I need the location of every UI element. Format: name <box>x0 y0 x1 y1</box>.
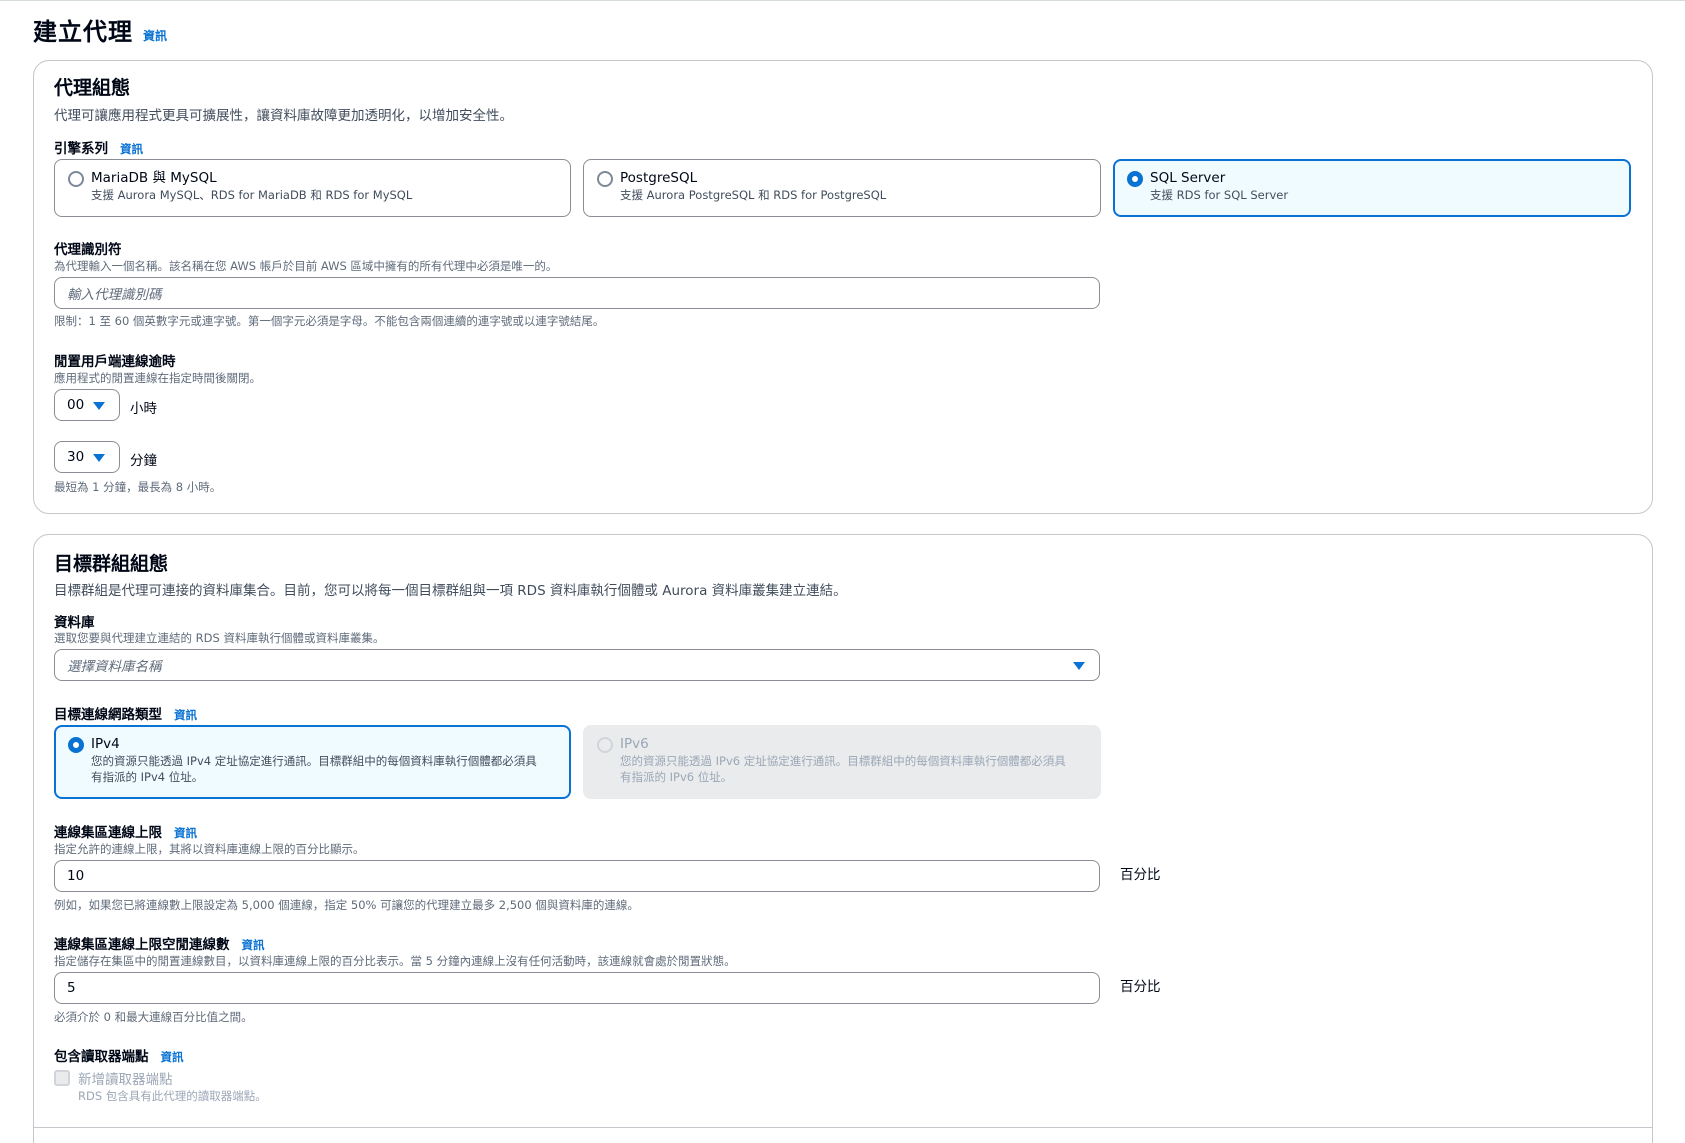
engine-option-description: 支援 Aurora PostgreSQL 和 RDS for PostgreSQ… <box>620 188 887 202</box>
caret-down-icon <box>93 402 105 410</box>
max-idle-connections-hint: 必須介於 0 和最大連線百分比值之間。 <box>54 1010 253 1024</box>
page-header: 建立代理 資訊 <box>33 12 167 47</box>
caret-down-icon <box>93 454 105 462</box>
network-option-title: IPv6 <box>620 736 649 752</box>
reader-endpoint-checkbox-label: 新增讀取器端點 <box>78 1072 173 1088</box>
engine-option-description: 支援 Aurora MySQL、RDS for MariaDB 和 RDS fo… <box>91 188 413 202</box>
reader-endpoint-label-text: 包含讀取器端點 <box>54 1049 149 1065</box>
max-idle-connections-input[interactable]: 5 <box>54 972 1100 1004</box>
target-group-description: 目標群組是代理可連接的資料庫集合。目前，您可以將每一個目標群組與一項 RDS 資… <box>54 583 847 599</box>
proxy-identifier-constraint: 限制：1 至 60 個英數字元或連字號。第一個字元必須是字母。不能包含兩個連續的… <box>54 314 605 328</box>
max-connections-description: 指定允許的連線上限，其將以資料庫連線上限的百分比顯示。 <box>54 842 365 856</box>
max-connections-label: 連線集區連線上限 資訊 <box>54 821 197 841</box>
radio-button-selected[interactable] <box>68 737 84 753</box>
idle-timeout-hours-select[interactable]: 00 <box>54 389 120 421</box>
network-option-ipv6: IPv6 您的資源只能透過 IPv6 定址協定進行通訊。目標群組中的每個資料庫執… <box>583 725 1101 799</box>
network-option-description-line2: 有指派的 IPv4 位址。 <box>91 770 204 784</box>
engine-option-sql-server[interactable]: SQL Server 支援 RDS for SQL Server <box>1113 159 1631 217</box>
database-label: 資料庫 <box>54 615 95 631</box>
network-type-info-link[interactable]: 資訊 <box>174 707 197 723</box>
max-connections-info-link[interactable]: 資訊 <box>174 825 197 841</box>
engine-family-info-link[interactable]: 資訊 <box>120 141 143 157</box>
reader-endpoint-info-link[interactable]: 資訊 <box>161 1049 184 1065</box>
radio-button-selected[interactable] <box>1127 171 1143 187</box>
radio-button-disabled <box>597 737 613 753</box>
engine-option-title: SQL Server <box>1150 170 1226 186</box>
idle-timeout-constraint: 最短為 1 分鐘，最長為 8 小時。 <box>54 480 222 494</box>
max-idle-connections-label-text: 連線集區連線上限空閒連線數 <box>54 937 230 953</box>
proxy-identifier-input[interactable]: 輸入代理識別碼 <box>54 277 1100 309</box>
hours-unit-label: 小時 <box>130 401 157 417</box>
network-option-title: IPv4 <box>91 736 120 752</box>
target-group-configuration-panel: 目標群組組態 目標群組是代理可連接的資料庫集合。目前，您可以將每一個目標群組與一… <box>33 534 1653 1143</box>
page-info-link[interactable]: 資訊 <box>143 27 167 44</box>
proxy-configuration-panel: 代理組態 代理可讓應用程式更具可擴展性，讓資料庫故障更加透明化，以增加安全性。 … <box>33 60 1653 514</box>
network-option-description-line1: 您的資源只能透過 IPv4 定址協定進行通訊。目標群組中的每個資料庫執行個體都必… <box>91 754 537 768</box>
proxy-configuration-description: 代理可讓應用程式更具可擴展性，讓資料庫故障更加透明化，以增加安全性。 <box>54 108 513 124</box>
max-connections-unit: 百分比 <box>1120 867 1161 883</box>
minutes-unit-label: 分鐘 <box>130 453 157 469</box>
idle-timeout-minutes-select[interactable]: 30 <box>54 441 120 473</box>
reader-endpoint-label: 包含讀取器端點 資訊 <box>54 1045 184 1065</box>
idle-timeout-description: 應用程式的閒置連線在指定時間後關閉。 <box>54 371 261 385</box>
database-description: 選取您要與代理建立連結的 RDS 資料庫執行個體或資料庫叢集。 <box>54 631 385 645</box>
database-select-placeholder: 選擇資料庫名稱 <box>67 659 162 675</box>
idle-timeout-label: 閒置用戶端連線逾時 <box>54 354 176 370</box>
engine-option-description: 支援 RDS for SQL Server <box>1150 188 1289 202</box>
caret-down-icon <box>1073 662 1085 670</box>
network-option-description-line2: 有指派的 IPv6 位址。 <box>620 770 733 784</box>
radio-button[interactable] <box>68 171 84 187</box>
engine-family-label: 引擎系列 資訊 <box>54 137 143 157</box>
engine-option-title: MariaDB 與 MySQL <box>91 170 217 186</box>
max-connections-label-text: 連線集區連線上限 <box>54 825 162 841</box>
database-select[interactable]: 選擇資料庫名稱 <box>54 649 1100 681</box>
max-idle-connections-info-link[interactable]: 資訊 <box>242 937 265 953</box>
radio-button[interactable] <box>597 171 613 187</box>
minutes-value: 30 <box>67 449 85 465</box>
max-idle-connections-label: 連線集區連線上限空閒連線數 資訊 <box>54 933 265 953</box>
network-option-description-line1: 您的資源只能透過 IPv6 定址協定進行通訊。目標群組中的每個資料庫執行個體都必… <box>620 754 1066 768</box>
page-title: 建立代理 <box>33 18 133 46</box>
network-option-ipv4[interactable]: IPv4 您的資源只能透過 IPv4 定址協定進行通訊。目標群組中的每個資料庫執… <box>54 725 571 799</box>
proxy-identifier-description: 為代理輸入一個名稱。該名稱在您 AWS 帳戶於目前 AWS 區域中擁有的所有代理… <box>54 259 558 273</box>
max-idle-connections-description: 指定儲存在集區中的閒置連線數目，以資料庫連線上限的百分比表示。當 5 分鐘內連線… <box>54 954 736 968</box>
network-type-label: 目標連線網路類型 資訊 <box>54 703 197 723</box>
proxy-configuration-heading: 代理組態 <box>54 77 131 99</box>
proxy-identifier-label: 代理識別符 <box>54 242 122 258</box>
top-divider <box>0 0 1685 1</box>
engine-option-title: PostgreSQL <box>620 170 698 186</box>
hours-value: 00 <box>67 397 85 413</box>
target-group-heading: 目標群組組態 <box>54 553 169 575</box>
section-divider <box>34 1127 1652 1128</box>
reader-endpoint-checkbox-description: RDS 包含具有此代理的讀取器端點。 <box>78 1089 267 1103</box>
engine-option-postgresql[interactable]: PostgreSQL 支援 Aurora PostgreSQL 和 RDS fo… <box>583 159 1101 217</box>
engine-family-label-text: 引擎系列 <box>54 141 108 157</box>
reader-endpoint-checkbox <box>54 1070 70 1086</box>
max-connections-input[interactable]: 10 <box>54 860 1100 892</box>
max-idle-connections-unit: 百分比 <box>1120 979 1161 995</box>
network-type-label-text: 目標連線網路類型 <box>54 707 162 723</box>
engine-option-mariadb-mysql[interactable]: MariaDB 與 MySQL 支援 Aurora MySQL、RDS for … <box>54 159 571 217</box>
max-connections-hint: 例如，如果您已將連線數上限設定為 5,000 個連線，指定 50% 可讓您的代理… <box>54 898 639 912</box>
